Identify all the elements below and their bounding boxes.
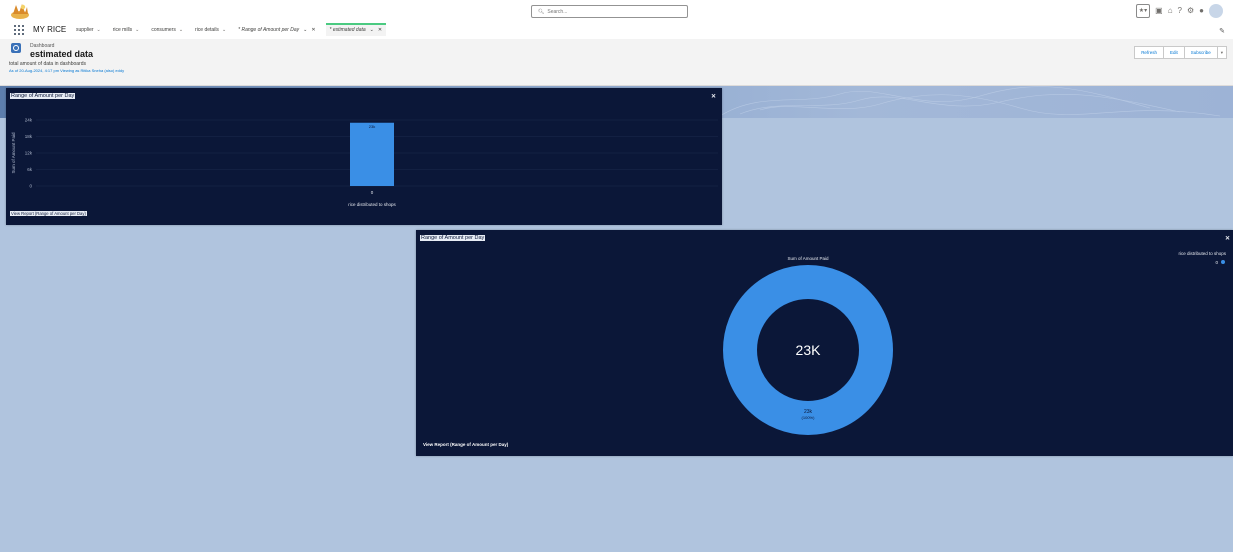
tab-estimated-data[interactable]: * estimated data ⌄ ✕ (325, 23, 387, 36)
search-icon: 🔍︎ (538, 9, 545, 15)
global-search-input[interactable]: 🔍︎ Search... (531, 5, 688, 18)
utility-bar: ★▾ ▣ ⌂ ? ⚙ ● (1135, 4, 1223, 18)
help-icon[interactable]: ? (1178, 5, 1182, 17)
page-description: total amount of data in dashboards (9, 61, 86, 67)
nav-item-supplier[interactable]: supplier ⌄ (76, 27, 101, 36)
slice-percent-label: (100%) (802, 415, 816, 420)
global-header: 🔍︎ Search... ★▾ ▣ ⌂ ? ⚙ ● (0, 0, 1233, 22)
widget-donut-chart: Range of Amount per Day ✕ Sum of Amount … (416, 230, 1233, 456)
nav-item-label: supplier (76, 27, 94, 33)
nav-item-rice-mills[interactable]: rice mills ⌄ (113, 27, 140, 36)
close-tab-icon[interactable]: ✕ (311, 27, 315, 33)
as-of-timestamp: As of 20-Aug-2024, 4:17 pm Viewing as Ri… (9, 68, 125, 73)
notifications-icon[interactable]: ● (1199, 5, 1204, 17)
legend-swatch (1221, 260, 1225, 264)
refresh-button[interactable]: Refresh (1134, 46, 1164, 59)
tab-range-of-amount[interactable]: * Range of Amount per Day ⌄ ✕ (238, 27, 315, 36)
nav-item-label: consumers (151, 27, 176, 33)
y-tick-label: 18k (25, 134, 33, 139)
page-title: estimated data (30, 49, 94, 59)
widget-bar-chart: Range of Amount per Day ✕ 0 6k 12k 18k 24k Su… (6, 88, 722, 225)
x-axis-label: rice distributed to shops (348, 202, 396, 207)
edit-nav-icon[interactable]: ✎ (1219, 27, 1225, 35)
bar (350, 122, 394, 186)
favorites-icon[interactable]: ★▾ (1135, 4, 1151, 18)
chevron-down-icon[interactable]: ⌄ (97, 27, 101, 33)
nav-items: supplier ⌄ rice mills ⌄ consumers ⌄ rice de… (76, 23, 396, 36)
nav-item-rice-details[interactable]: rice details ⌄ (195, 27, 226, 36)
view-report-link[interactable]: View Report (Range of Amount per Day) (423, 442, 508, 447)
page-header: Dashboard estimated data total amount of… (0, 39, 1233, 86)
donut-center-total: 23K (796, 342, 822, 358)
donut-chart: Sum of Amount Paid23K23k(100%)rice distr… (723, 251, 1227, 435)
nav-item-label: rice details (195, 27, 219, 33)
more-actions-button[interactable]: ▾ (1216, 46, 1227, 59)
tab-label: * estimated data (329, 27, 366, 33)
setup-assistant-icon[interactable]: ⌂ (1168, 5, 1173, 17)
y-axis-label: Sum of Amount Paid (11, 132, 16, 174)
chevron-down-icon[interactable]: ⌄ (303, 27, 307, 33)
gear-icon[interactable]: ⚙ (1187, 5, 1194, 17)
legend-title: rice distributed to shops (1178, 251, 1226, 256)
edit-button[interactable]: Edit (1162, 46, 1185, 59)
nav-item-consumers[interactable]: consumers ⌄ (151, 27, 183, 36)
chevron-down-icon[interactable]: ⌄ (370, 27, 374, 33)
chevron-down-icon[interactable]: ⌄ (135, 27, 139, 33)
legend-item-label: 0 (1215, 260, 1218, 265)
chevron-down-icon[interactable]: ⌄ (179, 27, 183, 33)
x-tick-label: 0 (371, 190, 374, 195)
avatar[interactable] (1209, 4, 1223, 18)
app-name: MY RICE (33, 25, 67, 34)
close-tab-icon[interactable]: ✕ (378, 27, 382, 33)
chart-title: Sum of Amount Paid (787, 256, 829, 261)
nav-item-label: rice mills (112, 27, 133, 33)
bar-data-label: 23k (369, 124, 375, 129)
app-logo[interactable] (9, 2, 31, 20)
chevron-down-icon[interactable]: ⌄ (222, 27, 226, 33)
tab-label: * Range of Amount per Day (238, 27, 300, 33)
y-tick-label: 0 (29, 184, 32, 189)
header-actions: Refresh Edit Subscribe ▾ (1134, 46, 1227, 59)
add-icon[interactable]: ▣ (1155, 5, 1163, 17)
y-tick-label: 6k (27, 167, 33, 172)
y-tick-label: 24k (25, 118, 33, 123)
dashboard-icon (11, 43, 21, 53)
y-tick-label: 12k (25, 151, 33, 156)
search-placeholder: Search... (547, 9, 568, 15)
subscribe-button[interactable]: Subscribe (1183, 46, 1218, 59)
bar-chart: 0 6k 12k 18k 24k Sum of Amount Paid 23k 0 rice d… (11, 118, 718, 207)
view-report-link[interactable]: View Report (Range of Amount per Day) (10, 211, 87, 216)
app-launcher-icon[interactable] (14, 25, 24, 35)
